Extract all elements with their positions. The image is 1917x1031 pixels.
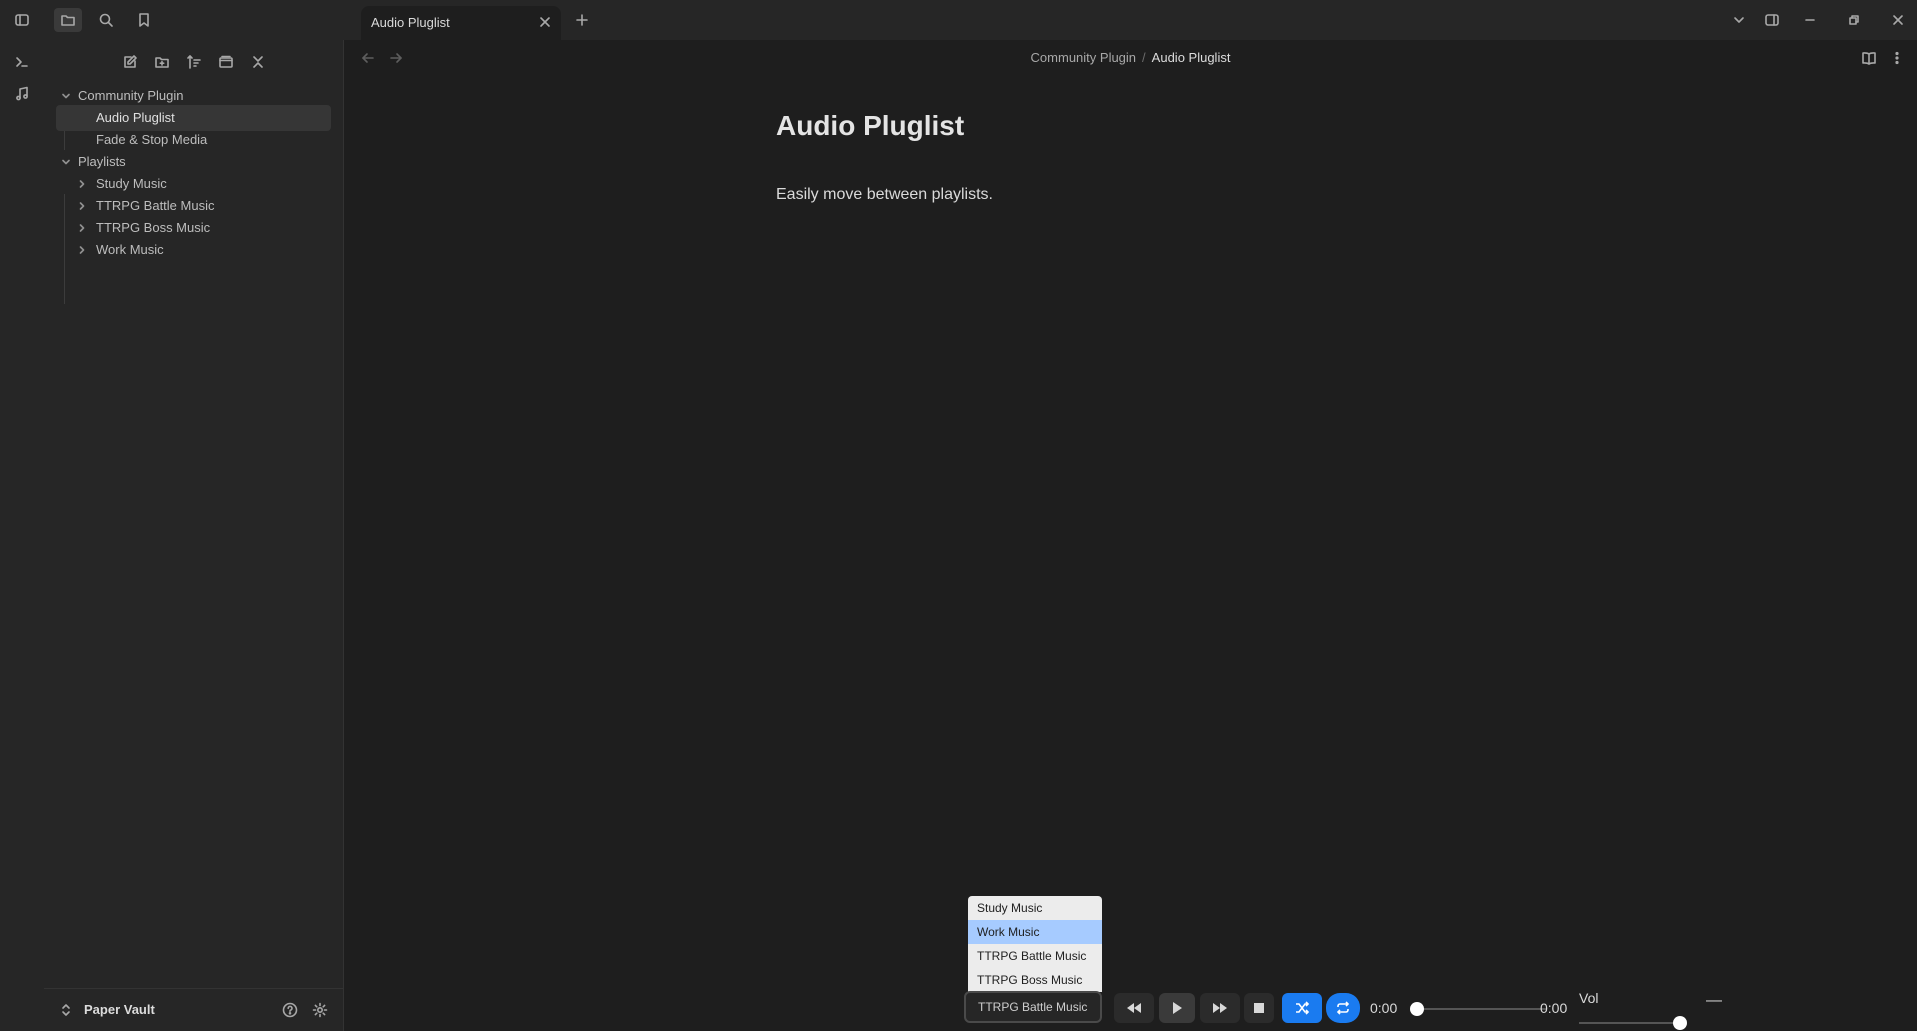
breadcrumb: Community Plugin / Audio Pluglist — [344, 50, 1917, 65]
document-body: Easily move between playlists. — [776, 186, 993, 203]
new-tab-icon[interactable] — [568, 8, 596, 32]
minimize-player-button[interactable]: — — [1706, 992, 1722, 1010]
close-tab-icon[interactable] — [537, 14, 553, 30]
breadcrumb-parent[interactable]: Community Plugin — [1031, 50, 1137, 65]
chevron-right-icon — [74, 176, 90, 192]
collapse-all-icon[interactable] — [246, 50, 270, 74]
toggle-right-sidebar-icon[interactable] — [1760, 8, 1784, 32]
vault-switch-icon — [58, 1002, 74, 1018]
vault-switcher[interactable]: Paper Vault — [44, 988, 343, 1031]
tab-list-chevron-icon[interactable] — [1727, 8, 1751, 32]
seek-track[interactable] — [1416, 1008, 1546, 1010]
settings-gear-icon[interactable] — [312, 1002, 328, 1018]
playlist-option[interactable]: TTRPG Battle Music — [968, 944, 1102, 968]
more-options-icon[interactable] — [1889, 50, 1905, 66]
reading-view-book-icon[interactable] — [1861, 50, 1877, 66]
stop-button[interactable] — [1244, 993, 1274, 1023]
music-note-icon[interactable] — [10, 82, 34, 106]
document-title: Audio Pluglist — [776, 110, 965, 141]
auto-reveal-icon[interactable] — [214, 50, 238, 74]
tab-audio-pluglist[interactable]: Audio Pluglist — [361, 6, 561, 40]
shuffle-button[interactable] — [1282, 993, 1322, 1023]
playlist-option-highlighted[interactable]: Work Music — [968, 920, 1102, 944]
playlist-option[interactable]: Study Music — [968, 896, 1102, 920]
terminal-icon[interactable] — [10, 50, 34, 74]
play-button[interactable] — [1159, 993, 1195, 1023]
chevron-right-icon — [74, 198, 90, 214]
previous-track-button[interactable] — [1114, 993, 1154, 1023]
window-restore-icon[interactable] — [1842, 8, 1866, 32]
help-icon[interactable] — [282, 1002, 298, 1018]
chevron-down-icon — [58, 88, 74, 104]
new-folder-icon[interactable] — [150, 50, 174, 74]
breadcrumb-separator: / — [1142, 50, 1146, 65]
chevron-down-icon — [58, 154, 74, 170]
toggle-sidebar-icon[interactable] — [8, 8, 36, 32]
new-note-icon[interactable] — [118, 50, 142, 74]
breadcrumb-current[interactable]: Audio Pluglist — [1152, 50, 1231, 65]
playlist-select[interactable]: TTRPG Battle Music — [964, 991, 1102, 1023]
repeat-button[interactable] — [1326, 993, 1360, 1023]
file-explorer: Community Plugin Audio Pluglist Fade & S… — [44, 40, 344, 1031]
bookmark-icon[interactable] — [130, 8, 158, 32]
next-track-button[interactable] — [1200, 993, 1240, 1023]
current-time: 0:00 — [1370, 1000, 1398, 1016]
tree-folder-work-music[interactable]: Work Music — [56, 237, 331, 263]
seek-thumb[interactable] — [1410, 1002, 1424, 1016]
volume-thumb[interactable] — [1673, 1016, 1687, 1030]
tree-label: Work Music — [96, 242, 164, 257]
playlist-dropdown: Study Music Work Music TTRPG Battle Musi… — [968, 896, 1102, 992]
window-close-icon[interactable] — [1886, 8, 1910, 32]
playlist-option[interactable]: TTRPG Boss Music — [968, 968, 1102, 992]
duration: 0:00 — [1540, 1000, 1568, 1016]
chevron-right-icon — [74, 242, 90, 258]
window-minimize-icon[interactable] — [1798, 8, 1822, 32]
audio-player: TTRPG Battle Music 0:00 0:00 Vol — — [964, 990, 1744, 1030]
title-bar: Audio Pluglist — [0, 0, 1917, 41]
vault-name: Paper Vault — [84, 1002, 155, 1017]
ribbon — [0, 40, 45, 1031]
chevron-right-icon — [74, 220, 90, 236]
volume-label: Vol — [1579, 990, 1599, 1006]
editor-pane: Community Plugin / Audio Pluglist Audio Pl… — [344, 40, 1917, 1031]
tab-title: Audio Pluglist — [371, 15, 450, 30]
volume-track[interactable] — [1579, 1022, 1679, 1024]
search-icon[interactable] — [92, 8, 120, 32]
files-icon[interactable] — [54, 8, 82, 32]
sort-icon[interactable] — [182, 50, 206, 74]
